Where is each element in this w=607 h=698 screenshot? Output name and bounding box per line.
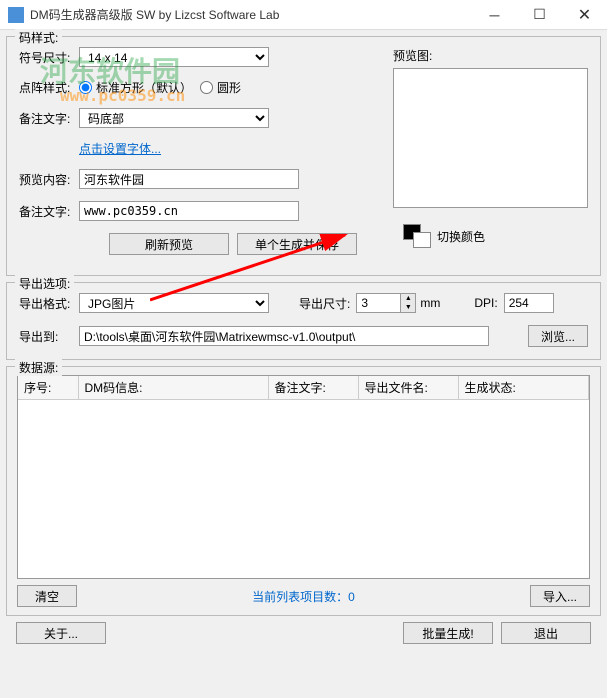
size-spinner-buttons[interactable]: ▲▼ (401, 293, 416, 313)
browse-button[interactable]: 浏览... (528, 325, 588, 347)
radio-round[interactable]: 圆形 (200, 79, 241, 96)
symbol-size-label: 符号尺寸: (19, 49, 79, 66)
maximize-button[interactable]: ☐ (517, 0, 562, 30)
single-generate-button[interactable]: 单个生成并保存 (237, 233, 357, 255)
radio-square[interactable]: 标准方形（默认） (79, 79, 192, 96)
export-path-label: 导出到: (19, 328, 79, 345)
font-settings-link[interactable]: 点击设置字体... (79, 140, 161, 157)
col-filename[interactable]: 导出文件名: (358, 376, 458, 400)
exit-button[interactable]: 退出 (501, 622, 591, 644)
remark-text-label: 备注文字: (19, 203, 79, 220)
remark-style-label: 备注文字: (19, 110, 79, 127)
data-groupbox: 数据源: 序号: DM码信息: 备注文字: 导出文件名: 生成状态: 清空 当前… (6, 366, 601, 616)
refresh-preview-button[interactable]: 刷新预览 (109, 233, 229, 255)
export-path-input[interactable] (79, 326, 489, 346)
data-table[interactable]: 序号: DM码信息: 备注文字: 导出文件名: 生成状态: (17, 375, 590, 579)
preview-label: 预览图: (393, 47, 588, 64)
background-color-swatch (413, 232, 431, 248)
list-count-status: 当前列表项目数：0 (85, 588, 522, 605)
about-button[interactable]: 关于... (16, 622, 106, 644)
batch-generate-button[interactable]: 批量生成! (403, 622, 493, 644)
preview-box (393, 68, 588, 208)
size-unit-label: mm (420, 296, 440, 310)
col-remark[interactable]: 备注文字: (268, 376, 358, 400)
color-swap-label: 切换颜色 (437, 228, 485, 245)
clear-button[interactable]: 清空 (17, 585, 77, 607)
style-groupbox: 码样式: 预览图: 切换颜色 符号尺寸: 14 x 14 点阵样式: 标准方形（… (6, 36, 601, 276)
close-button[interactable]: ✕ (562, 0, 607, 30)
app-icon (8, 7, 24, 23)
preview-content-input[interactable] (79, 169, 299, 189)
style-group-title: 码样式: (15, 29, 62, 46)
export-size-input[interactable] (356, 293, 401, 313)
col-status[interactable]: 生成状态: (458, 376, 589, 400)
remark-text-input[interactable] (79, 201, 299, 221)
export-format-label: 导出格式: (19, 295, 79, 312)
titlebar: DM码生成器高级版 SW by Lizcst Software Lab ─ ☐ … (0, 0, 607, 30)
bottom-bar: 关于... 批量生成! 退出 (6, 622, 601, 644)
dpi-input[interactable] (504, 293, 554, 313)
export-format-select[interactable]: JPG图片 (79, 293, 269, 313)
data-group-title: 数据源: (15, 359, 62, 376)
export-group-title: 导出选项: (15, 275, 74, 292)
col-dm-info[interactable]: DM码信息: (78, 376, 268, 400)
window-title: DM码生成器高级版 SW by Lizcst Software Lab (30, 6, 472, 23)
radio-round-input[interactable] (200, 81, 213, 94)
import-button[interactable]: 导入... (530, 585, 590, 607)
preview-column: 预览图: 切换颜色 (393, 47, 588, 248)
remark-style-select[interactable]: 码底部 (79, 108, 269, 128)
dpi-label: DPI: (474, 296, 497, 310)
dot-style-label: 点阵样式: (19, 79, 79, 96)
symbol-size-select[interactable]: 14 x 14 (79, 47, 269, 67)
export-size-label: 导出尺寸: (299, 295, 350, 312)
preview-content-label: 预览内容: (19, 171, 79, 188)
minimize-button[interactable]: ─ (472, 0, 517, 30)
radio-square-input[interactable] (79, 81, 92, 94)
export-groupbox: 导出选项: 导出格式: JPG图片 导出尺寸: ▲▼ mm DPI: 导出到: … (6, 282, 601, 360)
col-index[interactable]: 序号: (18, 376, 78, 400)
color-swap-control[interactable] (403, 224, 431, 248)
